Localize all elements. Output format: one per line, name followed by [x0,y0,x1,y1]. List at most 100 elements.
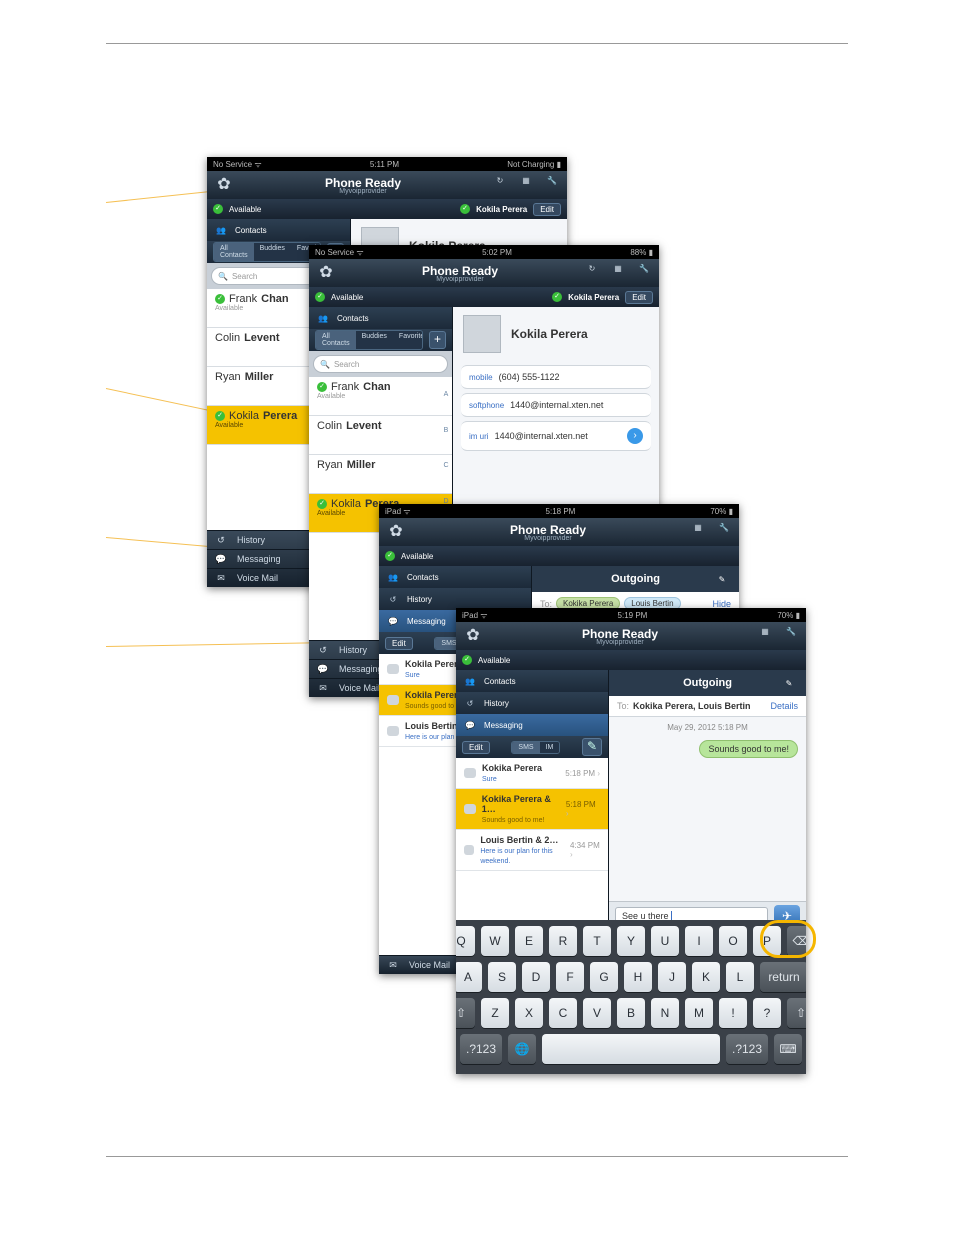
key-![interactable]: ! [719,998,747,1028]
presence-dot-icon: ✓ [215,411,225,421]
key-m[interactable]: M [685,998,713,1028]
chevron-right-icon: › [570,850,573,859]
key-x[interactable]: X [515,998,543,1028]
key-⌫[interactable]: ⌫ [787,926,806,956]
nav-contacts[interactable]: 👥Contacts [456,670,608,692]
key-k[interactable]: K [692,962,720,992]
detail-row-softphone[interactable]: softphone1440@internal.xten.net [461,393,651,417]
app-logo-icon: ✿ [213,174,235,196]
app-logo-icon: ✿ [385,521,407,543]
chevron-go-icon[interactable]: › [627,428,643,444]
dialpad-icon[interactable]: ▦ [756,627,774,645]
key-l[interactable]: L [726,962,754,992]
settings-icon[interactable]: 🔧 [782,627,800,645]
settings-icon[interactable]: 🔧 [715,523,733,541]
key-t[interactable]: T [583,926,611,956]
compose-icon[interactable]: ✎ [780,679,798,688]
thread-item[interactable]: Louis Bertin & 2…Here is our plan for th… [456,830,608,871]
contact-item[interactable]: Ryan Miller [309,455,452,494]
add-contact-button[interactable]: + [429,331,446,349]
dialpad-icon[interactable]: ▦ [609,264,627,282]
compose-button[interactable]: ✎ [582,738,602,756]
nav-history[interactable]: ↺History [379,588,531,610]
contacts-icon: 👥 [213,226,229,235]
detail-row-mobile[interactable]: mobile(604) 555-1122 [461,365,651,389]
messaging-icon: 💬 [213,554,229,565]
nav-messaging[interactable]: 💬Messaging [456,714,608,736]
key-o[interactable]: O [719,926,747,956]
tab-favorites[interactable]: Favorites [393,331,423,349]
key-.?123[interactable]: .?123 [460,1034,502,1064]
key-y[interactable]: Y [617,926,645,956]
details-button[interactable]: Details [770,701,798,711]
key-r[interactable]: R [549,926,577,956]
key-?[interactable]: ? [753,998,781,1028]
presence-dot-icon: ✓ [215,294,225,304]
chevron-right-icon: › [597,769,600,778]
settings-icon[interactable]: 🔧 [635,264,653,282]
key-z[interactable]: Z [481,998,509,1028]
key-⇧[interactable]: ⇧ [787,998,806,1028]
to-text: Kokika Perera, Louis Bertin [633,701,751,711]
nav-contacts[interactable]: 👥Contacts [379,566,531,588]
voicemail-icon: ✉ [213,573,229,584]
key-v[interactable]: V [583,998,611,1028]
thread-item[interactable]: Kokika Perera & 1…Sounds good to me!5:18… [456,789,608,830]
key-f[interactable]: F [556,962,584,992]
presence-bar: ✓Available ✓Kokila PereraEdit [309,287,659,307]
key-.?123[interactable]: .?123 [726,1034,768,1064]
key-🌐[interactable]: 🌐 [508,1034,536,1064]
key-w[interactable]: W [481,926,509,956]
tab-all-contacts[interactable]: All Contacts [316,331,356,349]
edit-button[interactable]: Edit [625,291,653,304]
tab-all-contacts[interactable]: All Contacts [214,243,254,261]
detail-row-im[interactable]: im uri1440@internal.xten.net› [461,421,651,451]
refresh-icon[interactable]: ↻ [583,264,601,282]
key-c[interactable]: C [549,998,577,1028]
contact-item[interactable]: Colin Levent [309,416,452,455]
dialpad-icon[interactable]: ▦ [689,523,707,541]
nav-history[interactable]: ↺History [456,692,608,714]
hide-button[interactable]: Hide [712,599,731,609]
bubble-icon [387,664,399,674]
edit-button[interactable]: Edit [462,741,490,754]
key-n[interactable]: N [651,998,679,1028]
seg-sms[interactable]: SMS [512,742,539,753]
settings-icon[interactable]: 🔧 [543,176,561,194]
bubble-icon [464,768,476,778]
seg-im[interactable]: IM [540,742,560,753]
dialpad-icon[interactable]: ▦ [517,176,535,194]
key-e[interactable]: E [515,926,543,956]
key-i[interactable]: I [685,926,713,956]
key-q[interactable]: Q [456,926,475,956]
key-space[interactable] [542,1034,720,1064]
bubble-icon [387,726,399,736]
nav-contacts[interactable]: 👥Contacts [309,307,452,329]
key-return[interactable]: return [760,962,806,992]
key-h[interactable]: H [624,962,652,992]
key-d[interactable]: D [522,962,550,992]
tab-buddies[interactable]: Buddies [254,243,291,261]
presence-status[interactable]: Available [229,205,261,214]
edit-button[interactable]: Edit [533,203,561,216]
key-j[interactable]: J [658,962,686,992]
edit-button[interactable]: Edit [385,637,413,650]
key-⌨[interactable]: ⌨ [774,1034,802,1064]
presence-dot-icon: ✓ [462,655,472,665]
key-p[interactable]: P [753,926,781,956]
thread-item[interactable]: Kokika PereraSure5:18 PM › [456,758,608,789]
key-s[interactable]: S [488,962,516,992]
nav-contacts[interactable]: 👥Contacts [207,219,350,241]
key-g[interactable]: G [590,962,618,992]
key-⇧[interactable]: ⇧ [456,998,475,1028]
msg-title: Outgoing [635,677,780,689]
key-a[interactable]: A [456,962,482,992]
to-field[interactable]: To: Kokika Perera, Louis Bertin Details [609,696,806,717]
refresh-icon[interactable]: ↻ [491,176,509,194]
key-b[interactable]: B [617,998,645,1028]
contact-item[interactable]: ✓Frank ChanAvailable [309,377,452,416]
key-u[interactable]: U [651,926,679,956]
search-input[interactable]: 🔍Search [313,355,448,373]
compose-icon[interactable]: ✎ [713,575,731,584]
tab-buddies[interactable]: Buddies [356,331,393,349]
